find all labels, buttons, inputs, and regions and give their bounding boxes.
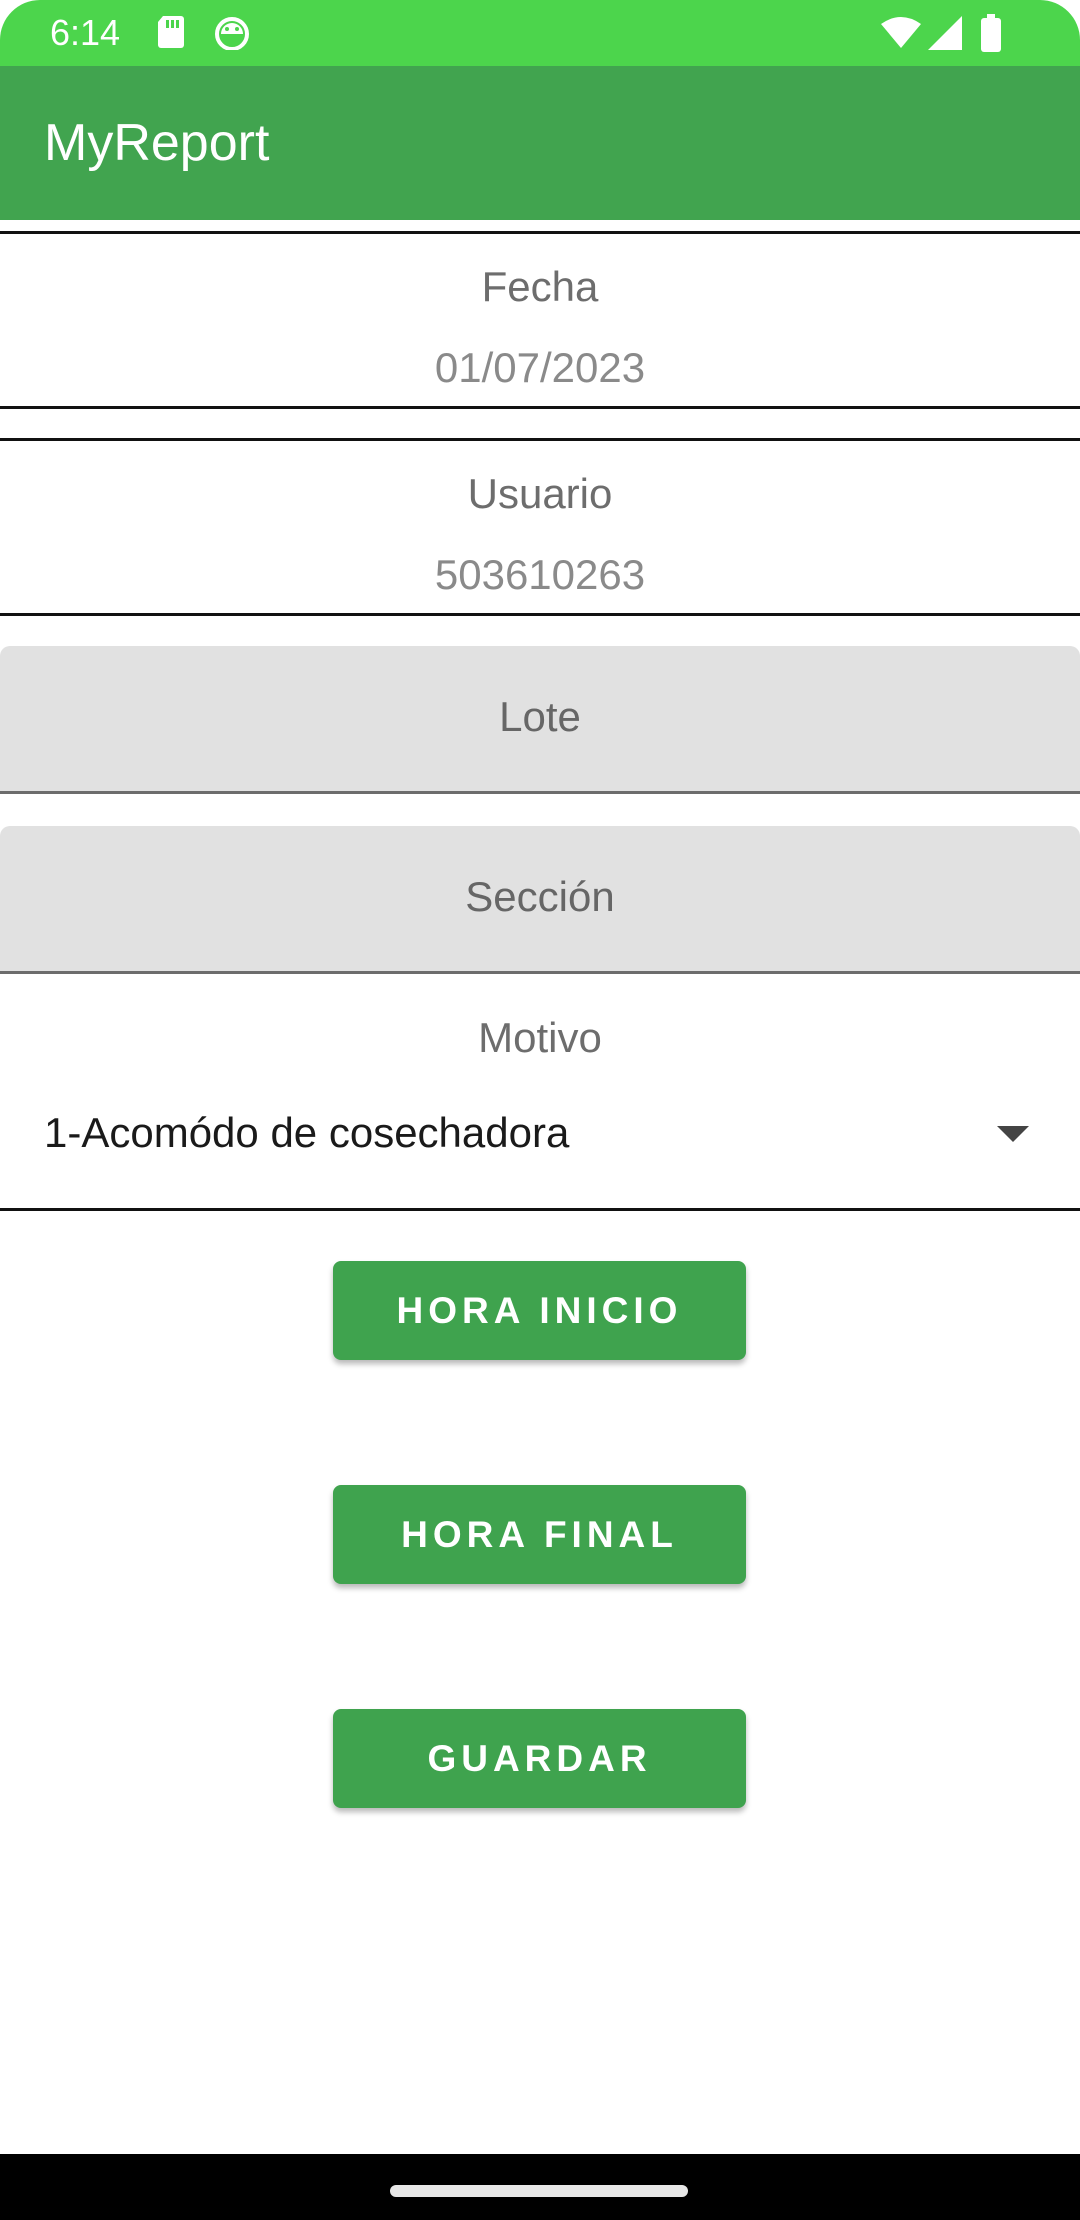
status-bar: 6:14 (0, 0, 1080, 66)
home-handle[interactable] (390, 2185, 688, 2197)
motivo-dropdown[interactable]: 1-Acomódo de cosechadora (0, 1092, 1080, 1180)
lote-placeholder: Lote (499, 693, 581, 740)
seccion-placeholder: Sección (465, 873, 615, 920)
motivo-selected-value: 1-Acomódo de cosechadora (44, 1109, 570, 1156)
sd-card-icon (155, 14, 187, 55)
hora-final-button[interactable]: HORA FINAL (333, 1485, 746, 1584)
android-debug-icon (213, 16, 251, 55)
motivo-bottom-border (0, 1208, 1080, 1211)
fecha-bottom-border (0, 406, 1080, 409)
navigation-bar (0, 2154, 1080, 2220)
status-time: 6:14 (50, 12, 121, 53)
seccion-input[interactable]: Sección (0, 826, 1080, 974)
fecha-field[interactable]: 01/07/2023 (0, 343, 1080, 393)
usuario-top-border (0, 438, 1080, 441)
guardar-button[interactable]: GUARDAR (333, 1709, 746, 1808)
battery-icon (980, 14, 1002, 57)
fecha-label: Fecha (481, 263, 599, 310)
hora-inicio-button[interactable]: HORA INICIO (333, 1261, 746, 1360)
dropdown-arrow-icon (997, 1126, 1029, 1142)
usuario-field[interactable]: 503610263 (0, 550, 1080, 600)
app-title: MyReport (44, 114, 270, 172)
usuario-label: Usuario (467, 470, 613, 517)
wifi-icon (880, 16, 922, 53)
signal-icon (928, 16, 962, 55)
lote-input[interactable]: Lote (0, 646, 1080, 794)
motivo-label: Motivo (478, 1014, 602, 1061)
usuario-bottom-border (0, 613, 1080, 616)
fecha-top-border (0, 231, 1080, 234)
app-bar: MyReport (0, 66, 1080, 220)
